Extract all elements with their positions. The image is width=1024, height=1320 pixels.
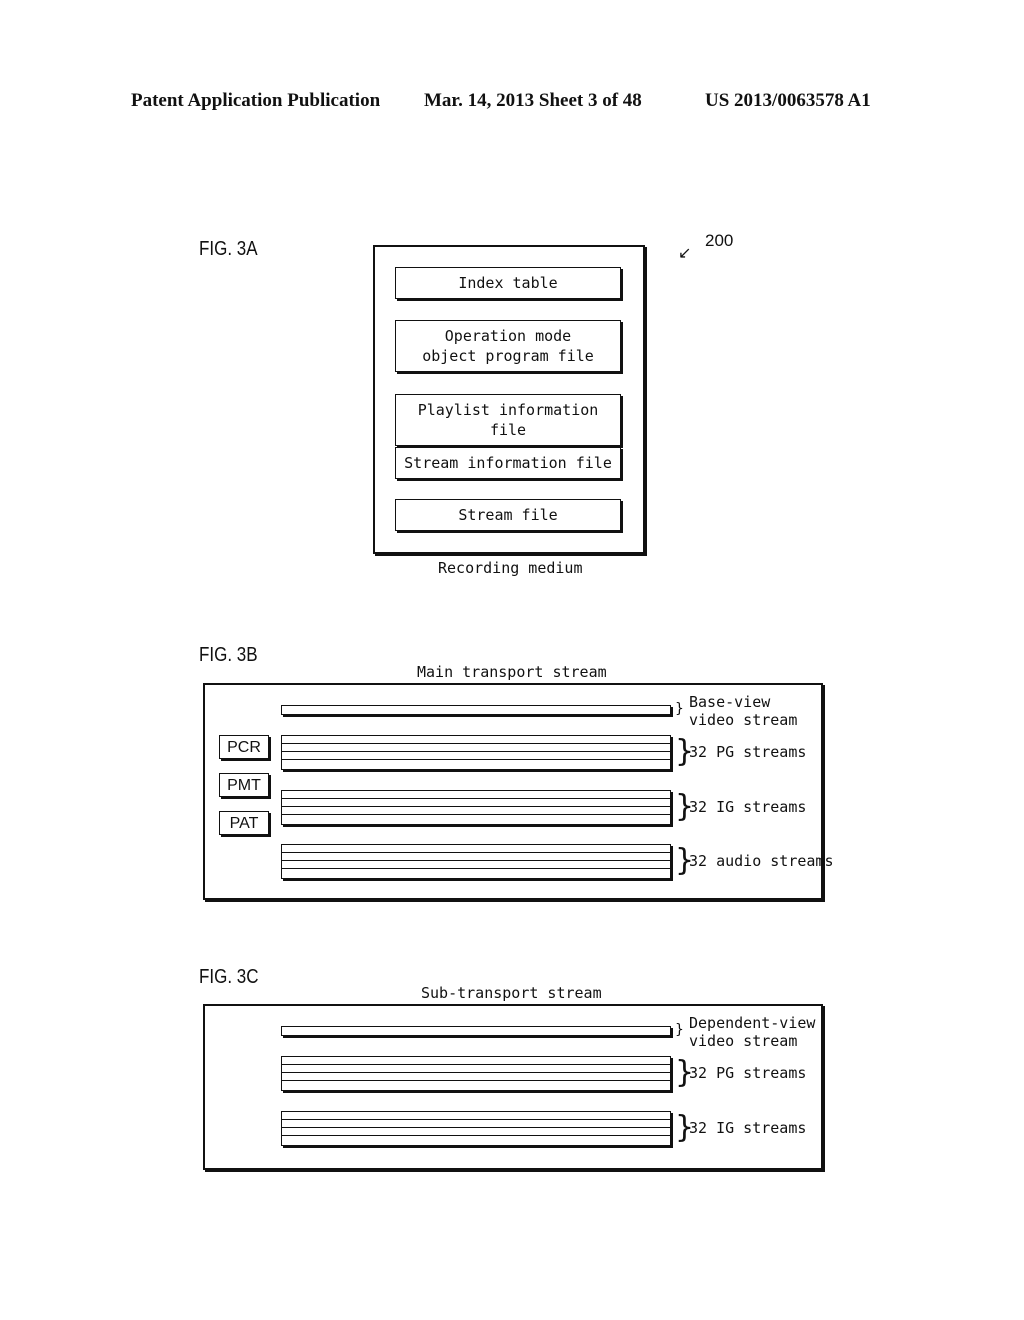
stream-file-item: Stream file (395, 499, 621, 531)
main-ts-box: PCR PMT PAT } } } } Base-view video stre… (203, 683, 834, 900)
playlist-info-item: Playlist information file (395, 394, 621, 446)
publication-date-sheet: Mar. 14, 2013 Sheet 3 of 48 (424, 90, 642, 111)
pg-streams-bar (281, 735, 671, 770)
sub-ts-box: } } } Dependent-view video stream 32 PG … (203, 1004, 823, 1170)
base-view-label: Base-view video stream (689, 693, 798, 729)
brace-icon: } (675, 701, 684, 717)
ig-streams-bar (281, 790, 671, 825)
fig-3c-label: FIG. 3C (199, 966, 259, 988)
pat-tag: PAT (219, 811, 269, 835)
fig-3a-label: FIG. 3A (199, 238, 258, 260)
main-ts-title: Main transport stream (417, 663, 607, 681)
pg-streams-label: 32 PG streams (689, 743, 807, 761)
base-view-stream-bar (281, 705, 671, 715)
publication-type: Patent Application Publication (131, 90, 381, 111)
publication-number: US 2013/0063578 A1 (705, 90, 871, 111)
operation-mode-item: Operation mode object program file (395, 320, 621, 372)
ig-streams-label: 32 IG streams (689, 1119, 807, 1137)
reference-number: 200 (705, 231, 734, 250)
sub-ts-title: Sub-transport stream (421, 984, 602, 1002)
pg-streams-bar (281, 1056, 671, 1091)
audio-streams-bar (281, 844, 671, 879)
audio-streams-label: 32 audio streams (689, 852, 834, 870)
pmt-tag: PMT (219, 773, 269, 797)
fig-3b-label: FIG. 3B (199, 644, 258, 666)
dependent-view-label: Dependent-view video stream (689, 1014, 816, 1050)
ig-streams-label: 32 IG streams (689, 798, 807, 816)
index-table-item: Index table (395, 267, 621, 299)
ig-streams-bar (281, 1111, 671, 1146)
pg-streams-label: 32 PG streams (689, 1064, 807, 1082)
brace-icon: } (675, 1022, 684, 1038)
stream-info-item: Stream information file (395, 447, 621, 479)
dependent-view-stream-bar (281, 1026, 671, 1036)
pcr-tag: PCR (219, 735, 269, 759)
recording-medium-box: Index table Operation mode object progra… (373, 245, 645, 554)
reference-arrow-icon: ↙ (678, 245, 692, 262)
recording-medium-caption: Recording medium (438, 559, 583, 577)
